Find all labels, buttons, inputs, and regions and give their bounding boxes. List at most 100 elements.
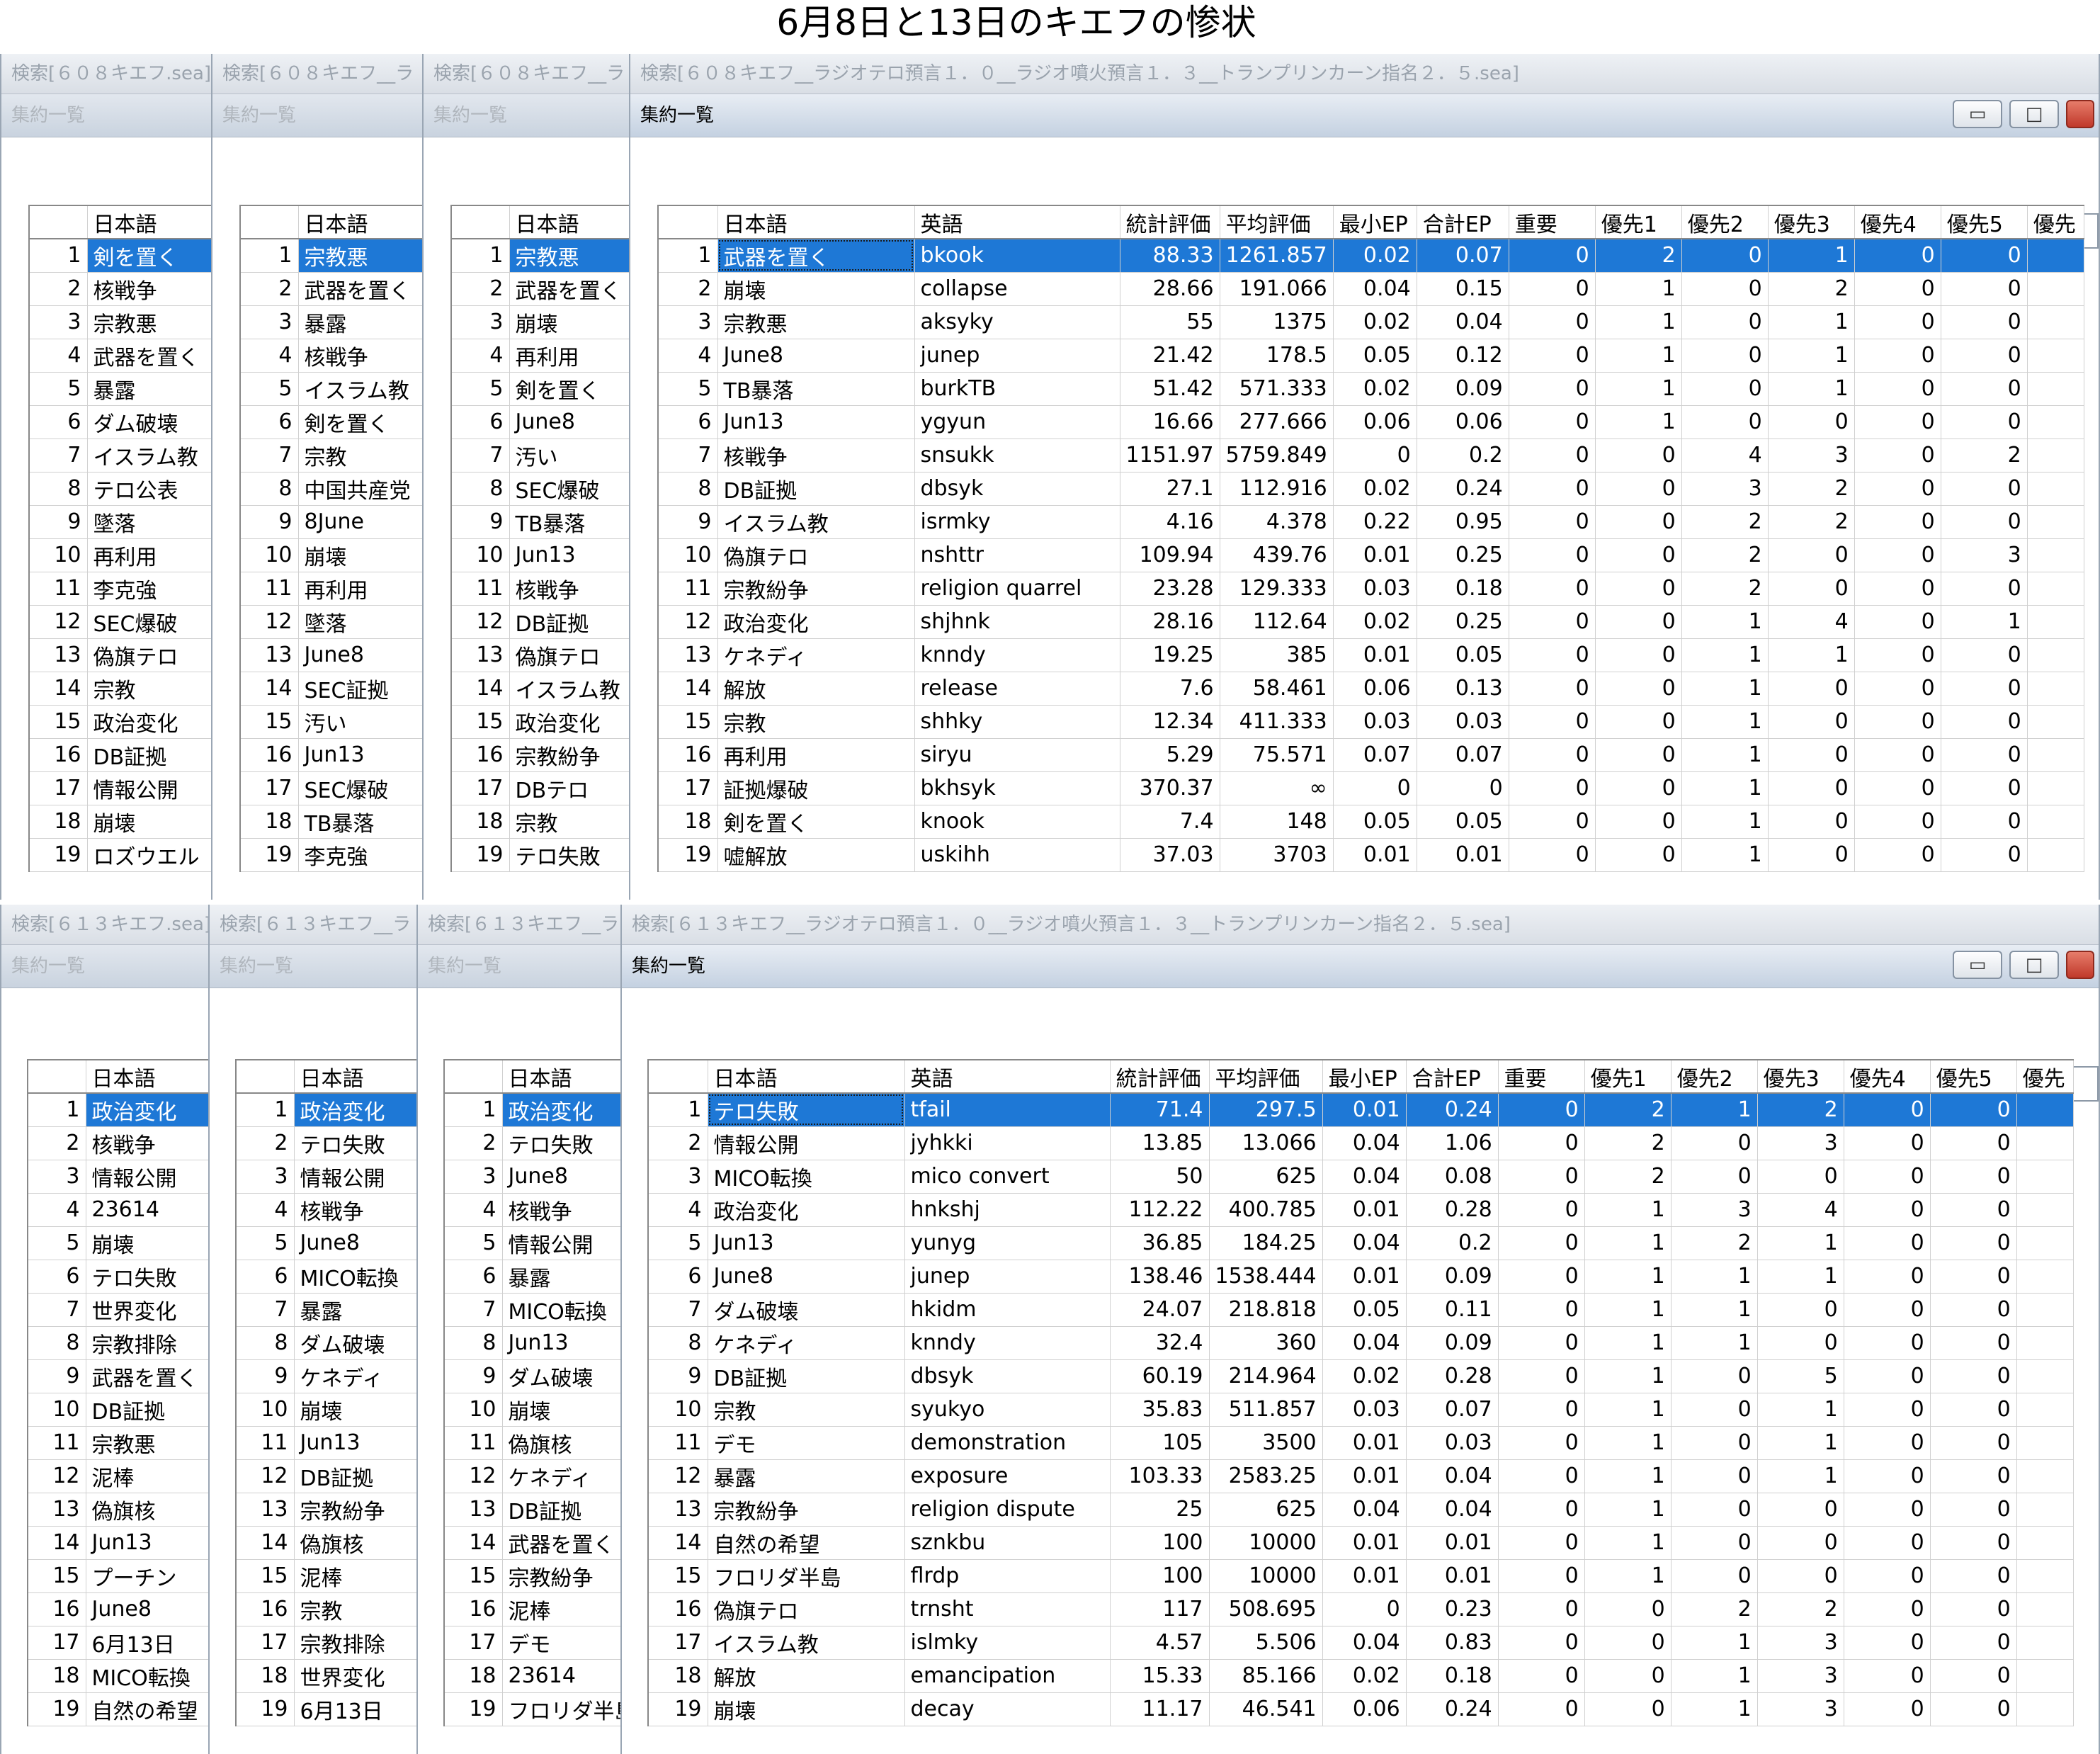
min-ep-cell[interactable]: 0.01 <box>1332 837 1417 872</box>
japanese-cell[interactable]: ケネディ <box>293 1359 416 1393</box>
stat-score-cell[interactable]: 32.4 <box>1109 1325 1210 1360</box>
japanese-cell[interactable]: 証拠爆破 <box>717 771 915 805</box>
english-cell[interactable]: shjhnk <box>914 604 1120 639</box>
priority3-cell[interactable]: 0 <box>1756 1325 1844 1360</box>
list-row[interactable]: 16 June8 <box>27 1592 208 1626</box>
list-row[interactable]: 4 核戦争 <box>443 1192 625 1227</box>
stat-score-cell[interactable]: 138.46 <box>1109 1259 1210 1294</box>
stat-score-cell[interactable]: 15.33 <box>1109 1658 1210 1693</box>
japanese-column-header[interactable]: 日本語 <box>717 205 915 239</box>
list-row[interactable]: 2 テロ失敗 <box>443 1126 625 1160</box>
avg-score-cell[interactable]: 277.666 <box>1219 404 1334 439</box>
priority6-cell[interactable] <box>2016 1259 2074 1294</box>
priority3-cell[interactable]: 2 <box>1767 471 1855 506</box>
priority6-cell[interactable] <box>2016 1325 2074 1360</box>
japanese-cell[interactable]: 剣を置く <box>509 371 633 406</box>
table-row[interactable]: 3 宗教悪 aksyky 55 1375 0.02 0.04 0 1 0 1 0 0 <box>657 305 2084 339</box>
list-row[interactable]: 8 ダム破壊 <box>235 1325 416 1360</box>
priority4-cell[interactable]: 0 <box>1843 1259 1931 1294</box>
list-row[interactable]: 10 崩壊 <box>239 538 422 572</box>
list-row[interactable]: 8 Jun13 <box>443 1325 625 1360</box>
english-cell[interactable]: dbsyk <box>914 471 1120 506</box>
avg-score-cell[interactable]: 129.333 <box>1219 571 1334 606</box>
list-row[interactable]: 12 墜落 <box>239 604 422 639</box>
priority2-cell[interactable]: 1 <box>1681 704 1769 739</box>
list-row[interactable]: 19 自然の希望 <box>27 1692 208 1726</box>
priority2-cell[interactable]: 1 <box>1681 804 1769 839</box>
list-row[interactable]: 1 政治変化 <box>443 1092 625 1127</box>
priority1-cell[interactable]: 0 <box>1584 1625 1672 1660</box>
min-ep-cell[interactable]: 0.06 <box>1322 1692 1407 1726</box>
priority1-cell[interactable]: 1 <box>1594 271 1682 306</box>
sum-ep-cell[interactable]: 0.83 <box>1405 1625 1499 1660</box>
priority1-cell[interactable]: 0 <box>1594 471 1682 506</box>
japanese-cell[interactable]: 宗教排除 <box>85 1325 208 1360</box>
min-ep-cell[interactable]: 0 <box>1322 1592 1407 1626</box>
priority6-cell[interactable] <box>2016 1092 2074 1127</box>
priority4-cell[interactable]: 0 <box>1854 238 1941 273</box>
list-row[interactable]: 1 政治変化 <box>27 1092 208 1127</box>
min-ep-cell[interactable]: 0.01 <box>1322 1459 1407 1493</box>
maximize-icon[interactable]: □ <box>2009 951 2059 979</box>
priority3-cell[interactable]: 1 <box>1756 1392 1844 1427</box>
japanese-cell[interactable]: フロリダ半島 <box>707 1558 905 1593</box>
priority5-cell[interactable]: 0 <box>1929 1692 2017 1726</box>
search-window-608[interactable]: 検索[６０８キエフ.sea] 集約一覧 日本語 1 剣を置く 2 核戦争 3 宗教悪 4 武器を… <box>0 54 212 900</box>
priority2-cell[interactable]: 1 <box>1670 1292 1758 1327</box>
avg-score-cell[interactable]: 360 <box>1208 1325 1323 1360</box>
japanese-list[interactable]: 日本語 1 政治変化 2 核戦争 3 情報公開 4 23614 5 崩壊 6 テロ失敗 7 世界変化 8 宗教排… <box>27 1059 208 1726</box>
english-cell[interactable]: religion dispute <box>904 1492 1111 1527</box>
japanese-cell[interactable]: デモ <box>501 1625 625 1660</box>
japanese-cell[interactable]: 宗教悪 <box>297 238 422 273</box>
avg-score-cell[interactable]: 625 <box>1208 1492 1323 1527</box>
priority5-cell[interactable]: 0 <box>1929 1092 2017 1127</box>
min-ep-cell[interactable]: 0.06 <box>1332 404 1417 439</box>
japanese-cell[interactable]: 宗教 <box>707 1392 905 1427</box>
english-cell[interactable]: knndy <box>904 1325 1111 1360</box>
english-cell[interactable]: bkook <box>914 238 1120 273</box>
priority1-cell[interactable]: 1 <box>1584 1459 1672 1493</box>
list-row[interactable]: 4 核戦争 <box>239 338 422 373</box>
japanese-cell[interactable]: 政治変化 <box>509 704 633 739</box>
japanese-cell[interactable]: イスラム教 <box>707 1625 905 1660</box>
priority3-cell[interactable]: 0 <box>1767 571 1855 606</box>
sum-ep-cell[interactable]: 0.28 <box>1405 1359 1499 1393</box>
important-cell[interactable]: 0 <box>1497 1525 1585 1560</box>
english-cell[interactable]: trnsht <box>904 1592 1111 1626</box>
list-row[interactable]: 9 TB暴落 <box>450 504 633 539</box>
min-ep-cell[interactable]: 0.01 <box>1322 1259 1407 1294</box>
stat-score-cell[interactable]: 100 <box>1109 1558 1210 1593</box>
list-row[interactable]: 11 李克強 <box>28 571 211 606</box>
table-row[interactable]: 18 剣を置く knook 7.4 148 0.05 0.05 0 0 1 0 0 0 <box>657 804 2084 839</box>
list-row[interactable]: 18 宗教 <box>450 804 633 839</box>
priority5-cell[interactable]: 0 <box>1929 1459 2017 1493</box>
list-row[interactable]: 14 偽旗核 <box>235 1525 416 1560</box>
japanese-cell[interactable]: 李克強 <box>297 837 422 872</box>
sum-ep-column-header[interactable]: 合計EP <box>1405 1059 1499 1094</box>
priority3-cell[interactable]: 1 <box>1767 338 1855 373</box>
important-cell[interactable]: 0 <box>1497 1692 1585 1726</box>
minimize-icon[interactable]: ▭ <box>1953 100 2002 128</box>
sum-ep-cell[interactable]: 0.25 <box>1416 604 1509 639</box>
priority3-column-header[interactable]: 優先3 <box>1767 205 1855 239</box>
priority1-cell[interactable]: 1 <box>1584 1558 1672 1593</box>
sum-ep-cell[interactable]: 0.05 <box>1416 638 1509 672</box>
min-ep-cell[interactable]: 0.02 <box>1332 371 1417 406</box>
priority2-cell[interactable]: 3 <box>1681 471 1769 506</box>
list-row[interactable]: 15 泥棒 <box>235 1558 416 1593</box>
sum-ep-cell[interactable]: 0.01 <box>1405 1558 1499 1593</box>
list-row[interactable]: 17 宗教排除 <box>235 1625 416 1660</box>
search-window-613-radio[interactable]: 検索[６１３キエフ__ラ 集約一覧 日本語 1 政治変化 2 テロ失敗 3 情報公開 4 核戦争… <box>208 905 418 1754</box>
english-cell[interactable]: dbsyk <box>904 1359 1111 1393</box>
list-row[interactable]: 9 ケネディ <box>235 1359 416 1393</box>
list-row[interactable]: 4 23614 <box>27 1192 208 1227</box>
priority1-cell[interactable]: 1 <box>1594 404 1682 439</box>
japanese-cell[interactable]: 武器を置く <box>717 238 915 273</box>
priority3-cell[interactable]: 0 <box>1767 704 1855 739</box>
min-ep-cell[interactable]: 0.02 <box>1322 1359 1407 1393</box>
japanese-cell[interactable]: 暴露 <box>293 1292 416 1327</box>
japanese-cell[interactable]: DB証拠 <box>86 737 211 772</box>
japanese-cell[interactable]: 宗教悪 <box>509 238 633 273</box>
sum-ep-cell[interactable]: 0.13 <box>1416 671 1509 706</box>
avg-score-cell[interactable]: 46.541 <box>1208 1692 1323 1726</box>
